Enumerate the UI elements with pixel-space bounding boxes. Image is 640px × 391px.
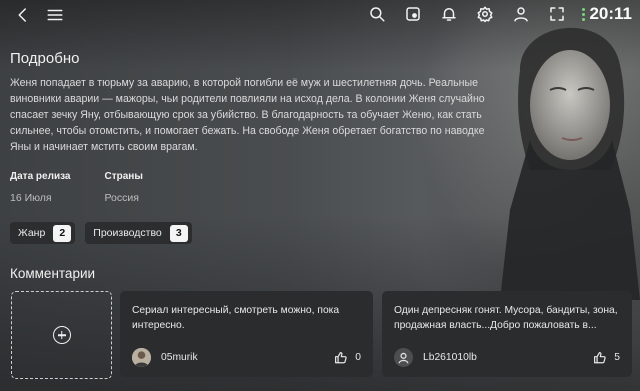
user-icon[interactable] (510, 3, 532, 25)
release-block: Дата релиза 16 Июля (10, 171, 71, 204)
production-chip[interactable]: Производство 3 (85, 222, 192, 244)
country-label: Страны (104, 171, 143, 182)
bell-icon[interactable] (438, 3, 460, 25)
chip-row: Жанр 2 Производство 3 (10, 222, 500, 244)
genre-chip-label: Жанр (18, 227, 46, 239)
poster-figure (480, 10, 640, 300)
like-count: 5 (614, 352, 620, 363)
comment-footer: 05murik 0 (132, 348, 361, 367)
search-icon[interactable] (366, 3, 388, 25)
back-arrow-icon[interactable] (12, 4, 34, 26)
like-button[interactable]: 5 (593, 351, 620, 364)
production-count: 3 (169, 224, 188, 242)
like-button[interactable]: 0 (334, 351, 361, 364)
country-block: Страны Россия (105, 171, 143, 204)
comments-title: Комментарии (10, 266, 96, 281)
details-section: Подробно Женя попадает в тюрьму за авари… (10, 50, 500, 244)
details-title: Подробно (10, 50, 80, 67)
add-comment-button[interactable] (11, 291, 112, 379)
release-value: 16 Июля (10, 192, 52, 204)
production-chip-label: Производство (93, 227, 162, 239)
country-value: Россия (104, 192, 139, 204)
gear-icon[interactable] (474, 3, 496, 25)
clock: 20:11 (589, 4, 632, 23)
avatar (394, 348, 413, 367)
comment-footer: Lb261010lb 5 (394, 348, 620, 367)
comment-card[interactable]: Один депресняк гонят. Мусора, бандиты, з… (382, 291, 632, 377)
status-dots (582, 7, 586, 21)
fullscreen-icon[interactable] (546, 3, 568, 25)
hamburger-menu-icon[interactable] (44, 4, 66, 26)
comment-text: Сериал интересный, смотреть можно, пока … (132, 305, 340, 331)
comment-username[interactable]: 05murik (161, 352, 334, 363)
release-label: Дата релиза (10, 171, 71, 182)
genre-count: 2 (53, 224, 72, 242)
top-bar: 20:11 (0, 0, 640, 30)
like-count: 0 (355, 352, 361, 363)
comment-text: Один депресняк гонят. Мусора, бандиты, з… (394, 305, 618, 331)
thumbs-up-icon (335, 352, 347, 364)
comment-username[interactable]: Lb261010lb (423, 352, 593, 363)
meta-row: Дата релиза 16 Июля Страны Россия (10, 171, 500, 204)
description: Женя попадает в тюрьму за аварию, в кото… (10, 77, 485, 153)
cast-icon[interactable] (402, 3, 424, 25)
comment-card[interactable]: Сериал интересный, смотреть можно, пока … (120, 291, 373, 377)
thumbs-up-icon (594, 352, 606, 364)
avatar (132, 348, 151, 367)
genre-chip[interactable]: Жанр 2 (10, 222, 76, 244)
user-placeholder-icon (398, 352, 409, 364)
plus-icon (52, 326, 71, 344)
